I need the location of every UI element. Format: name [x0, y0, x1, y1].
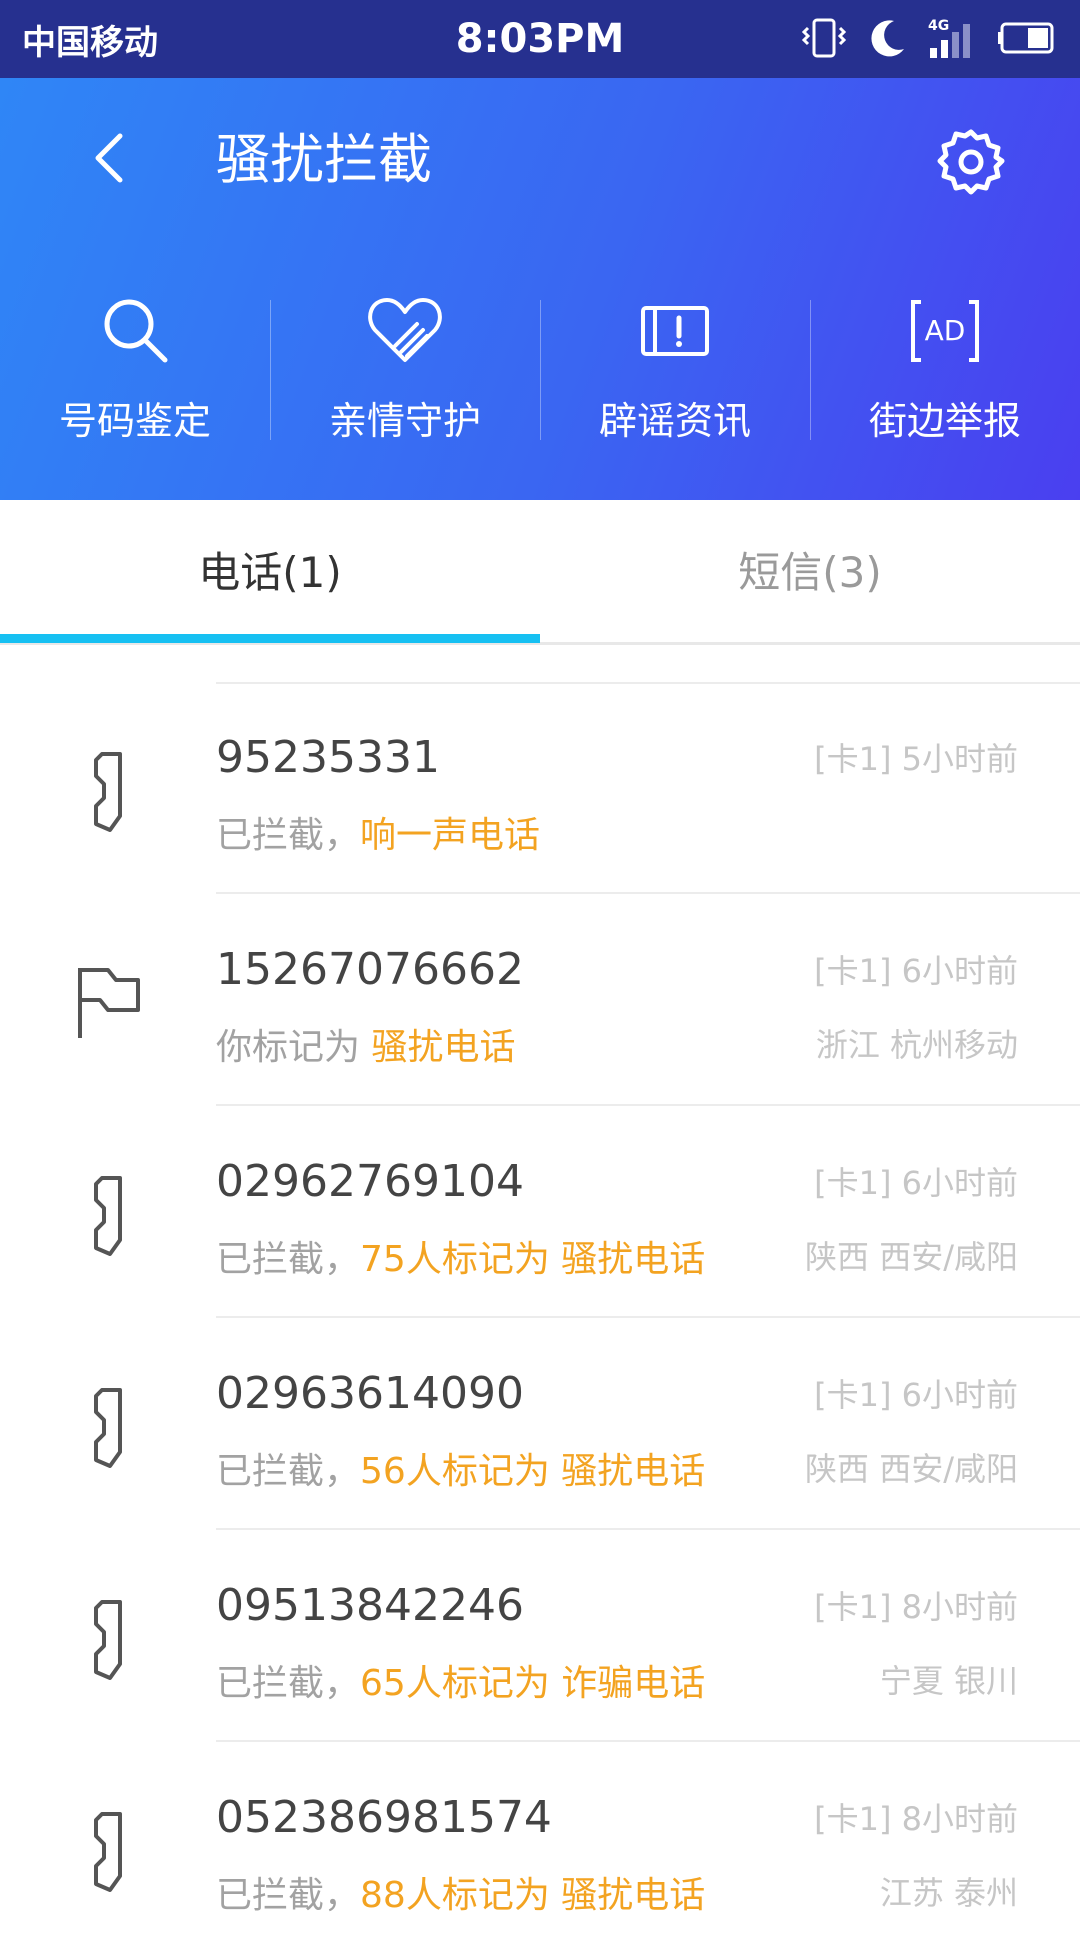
status-highlight: 骚扰电话: [371, 1027, 516, 1068]
list-item[interactable]: 95235331 [卡1] 5小时前 已拦截，响一声电话: [0, 682, 1080, 894]
divider: [540, 300, 541, 440]
phone-number: 15267076662: [216, 944, 524, 995]
call-time: [卡1] 8小时前: [814, 1800, 1018, 1838]
call-status: 已拦截，88人标记为 骚扰电话: [216, 1866, 705, 1918]
blocked-phone-icon: [94, 1812, 122, 1892]
alert-paper-icon: [641, 306, 709, 356]
tab-sms[interactable]: 短信(3): [540, 500, 1080, 642]
call-time: [卡1] 6小时前: [814, 952, 1018, 990]
phone-number: 052386981574: [216, 1792, 552, 1843]
call-list: 95235331 [卡1] 5小时前 已拦截，响一声电话 15267076662…: [0, 682, 1080, 1954]
feature-label: 亲情守护: [328, 399, 481, 443]
call-location: 江苏 泰州: [879, 1874, 1018, 1912]
status-highlight: 75人标记为 骚扰电话: [360, 1239, 706, 1280]
page-title: 骚扰拦截: [216, 128, 432, 191]
chevron-left-icon: [95, 133, 123, 183]
call-status: 已拦截，56人标记为 骚扰电话: [216, 1442, 705, 1494]
blocked-phone-icon: [94, 1176, 122, 1256]
tab-calls[interactable]: 电话(1): [0, 500, 540, 642]
gear-icon: [937, 129, 1005, 195]
status-prefix: 你标记为: [216, 1027, 372, 1068]
status-highlight: 65人标记为 诈骗电话: [360, 1663, 706, 1704]
svg-text:4G: 4G: [928, 18, 949, 34]
call-time: [卡1] 6小时前: [814, 1376, 1018, 1414]
tab-indicator: [0, 634, 540, 643]
list-item[interactable]: 09513842246 [卡1] 8小时前 已拦截，65人标记为 诈骗电话 宁夏…: [0, 1530, 1080, 1742]
moon-icon: [864, 15, 910, 61]
settings-button[interactable]: [936, 126, 1006, 196]
call-location: 陕西 西安/咸阳: [805, 1238, 1018, 1276]
blocked-phone-icon: [94, 1600, 122, 1680]
call-location: 陕西 西安/咸阳: [805, 1450, 1018, 1488]
call-time: [卡1] 5小时前: [814, 740, 1018, 778]
call-status: 你标记为 骚扰电话: [216, 1018, 515, 1070]
list-item[interactable]: 02963614090 [卡1] 6小时前 已拦截，56人标记为 骚扰电话 陕西…: [0, 1318, 1080, 1530]
feature-label: 街边举报: [868, 399, 1021, 443]
call-location: 宁夏 银川: [879, 1662, 1018, 1700]
feature-street-report[interactable]: AD 街边举报: [810, 290, 1080, 460]
list-item[interactable]: 052386981574 [卡1] 8小时前 已拦截，88人标记为 骚扰电话 江…: [0, 1742, 1080, 1954]
list-item[interactable]: 02962769104 [卡1] 6小时前 已拦截，75人标记为 骚扰电话 陕西…: [0, 1106, 1080, 1318]
call-time: [卡1] 6小时前: [814, 1164, 1018, 1202]
status-prefix: 已拦截，: [216, 815, 361, 856]
status-highlight: 88人标记为 骚扰电话: [360, 1875, 706, 1916]
feature-number-lookup[interactable]: 号码鉴定: [0, 290, 270, 460]
ad-icon: AD: [911, 300, 979, 362]
status-highlight: 响一声电话: [360, 815, 541, 856]
svg-text:AD: AD: [925, 314, 966, 347]
vibrate-icon: [800, 14, 848, 62]
feature-label: 号码鉴定: [58, 399, 211, 443]
divider: [270, 300, 271, 440]
call-status: 已拦截，75人标记为 骚扰电话: [216, 1230, 705, 1282]
flag-icon: [78, 968, 140, 1038]
status-prefix: 已拦截，: [216, 1451, 361, 1492]
battery-icon: [998, 18, 1058, 58]
divider: [810, 300, 811, 440]
call-location: 浙江 杭州移动: [815, 1026, 1018, 1064]
search-icon: [104, 299, 168, 363]
phone-number: 02962769104: [216, 1156, 524, 1207]
call-status: 已拦截，响一声电话: [216, 806, 540, 858]
tab-bar: 电话(1) 短信(3): [0, 500, 1080, 645]
status-highlight: 56人标记为 骚扰电话: [360, 1451, 706, 1492]
phone-number: 95235331: [216, 732, 440, 783]
status-prefix: 已拦截，: [216, 1239, 361, 1280]
feature-label: 辟谣资讯: [598, 399, 751, 443]
back-button[interactable]: [78, 128, 138, 188]
feature-family-guard[interactable]: 亲情守护: [270, 290, 540, 460]
blocked-phone-icon: [94, 1388, 122, 1468]
call-status: 已拦截，65人标记为 诈骗电话: [216, 1654, 705, 1706]
status-icons: 4G: [800, 14, 1058, 62]
status-prefix: 已拦截，: [216, 1663, 361, 1704]
call-time: [卡1] 8小时前: [814, 1588, 1018, 1626]
status-prefix: 已拦截，: [216, 1875, 361, 1916]
phone-number: 09513842246: [216, 1580, 524, 1631]
list-item[interactable]: 15267076662 [卡1] 6小时前 你标记为 骚扰电话 浙江 杭州移动: [0, 894, 1080, 1106]
heart-hands-icon: [368, 298, 442, 362]
status-bar: 中国移动 8:03PM 4G: [0, 0, 1080, 78]
phone-number: 02963614090: [216, 1368, 524, 1419]
blocked-phone-icon: [94, 752, 122, 832]
signal-icon: 4G: [926, 14, 982, 62]
feature-rumor-news[interactable]: 辟谣资讯: [540, 290, 810, 460]
